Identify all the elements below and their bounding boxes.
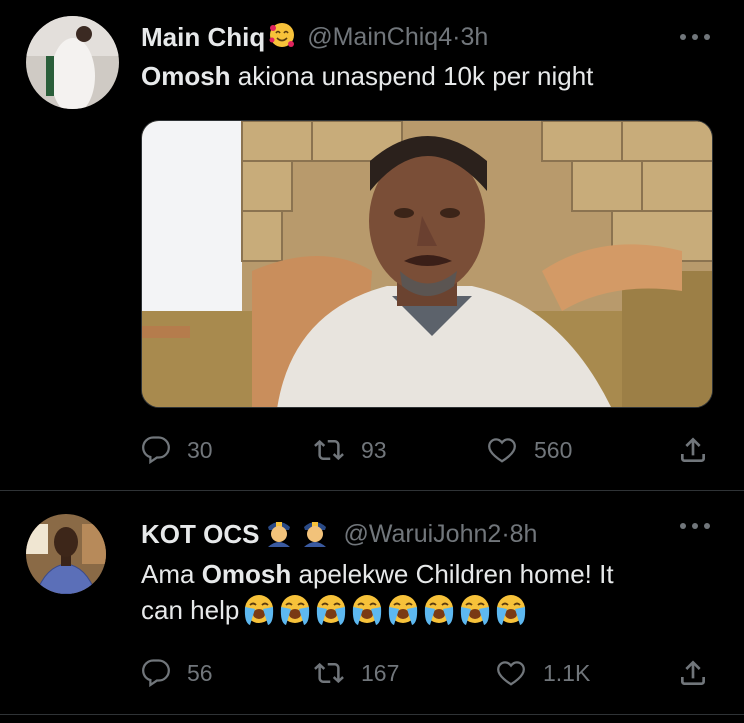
tweet-header: Main Chiq @MainChiq4 · 3h	[141, 17, 488, 57]
tweet-text-bold: Omosh	[201, 559, 292, 589]
smiling-face-with-hearts-icon	[267, 20, 297, 55]
tweet-actions: 56 167 1.1K	[141, 655, 721, 691]
retweet-icon	[314, 439, 344, 461]
timestamp[interactable]: 8h	[510, 520, 538, 549]
share-button[interactable]	[677, 432, 709, 468]
tweet-text: Omosh akiona unaspend 10k per night	[141, 58, 593, 94]
tweet-text-line2: can help	[141, 592, 614, 628]
share-button[interactable]	[677, 655, 709, 691]
tweet-divider	[0, 490, 744, 491]
retweet-button[interactable]: 167	[313, 655, 399, 691]
police-officer-icon	[265, 517, 293, 552]
crying-emoji-row	[241, 593, 529, 627]
tweet-header: KOT OCS @WaruiJohn2 · 8h	[141, 514, 537, 554]
tweet-kot-ocs[interactable]: KOT OCS @WaruiJohn2 · 8h Ama Omosh apele…	[0, 492, 744, 723]
reply-button[interactable]: 30	[141, 432, 213, 468]
loudly-crying-face-icon	[245, 595, 274, 625]
tweet-text-rest: akiona unaspend 10k per night	[230, 61, 594, 91]
tweet-actions: 30 93 560	[141, 432, 721, 468]
handle[interactable]: @WaruiJohn2	[343, 520, 501, 549]
tweet-text-pre: Ama	[141, 559, 202, 589]
more-icon[interactable]	[680, 521, 710, 531]
loudly-crying-face-icon	[317, 595, 346, 625]
reply-button[interactable]: 56	[141, 655, 213, 691]
retweet-count: 167	[361, 659, 400, 686]
like-count: 560	[534, 436, 573, 463]
tweet-text-line2-text: can help	[141, 595, 240, 625]
police-officer-icon	[301, 517, 329, 552]
tweet-text-line1: Ama Omosh apelekwe Children home! It	[141, 556, 614, 592]
avatar[interactable]	[26, 16, 119, 109]
tweet-main-chiq[interactable]: Main Chiq @MainChiq4 · 3h Omosh akiona u…	[0, 0, 744, 490]
tweet-text-bold: Omosh	[141, 61, 231, 91]
display-name[interactable]: KOT OCS	[141, 519, 259, 550]
like-icon	[488, 438, 516, 463]
share-icon	[681, 660, 705, 685]
bottom-divider	[0, 714, 744, 715]
share-icon	[681, 437, 705, 462]
loudly-crying-face-icon	[389, 595, 418, 625]
loudly-crying-face-icon	[497, 595, 526, 625]
like-count: 1.1K	[543, 659, 591, 686]
retweet-icon	[314, 662, 344, 684]
loudly-crying-face-icon	[425, 595, 454, 625]
retweet-button[interactable]: 93	[313, 432, 387, 468]
more-icon[interactable]	[680, 32, 710, 42]
tweet-text: Ama Omosh apelekwe Children home! It can…	[141, 556, 614, 628]
reply-icon	[142, 659, 170, 688]
loudly-crying-face-icon	[461, 595, 490, 625]
reply-count: 56	[187, 659, 213, 686]
like-icon	[497, 661, 525, 686]
handle[interactable]: @MainChiq4	[307, 23, 452, 52]
separator: ·	[501, 519, 510, 548]
tweet-text-rest: apelekwe Children home! It	[291, 559, 614, 589]
display-name[interactable]: Main Chiq	[141, 22, 265, 53]
avatar[interactable]	[26, 514, 106, 594]
tweet-image[interactable]	[141, 120, 713, 408]
like-button[interactable]: 560	[486, 432, 572, 468]
loudly-crying-face-icon	[281, 595, 310, 625]
retweet-count: 93	[361, 436, 387, 463]
reply-count: 30	[187, 436, 213, 463]
separator: ·	[452, 22, 461, 51]
loudly-crying-face-icon	[353, 595, 382, 625]
like-button[interactable]: 1.1K	[495, 655, 590, 691]
timestamp[interactable]: 3h	[460, 23, 488, 52]
reply-icon	[142, 436, 170, 465]
